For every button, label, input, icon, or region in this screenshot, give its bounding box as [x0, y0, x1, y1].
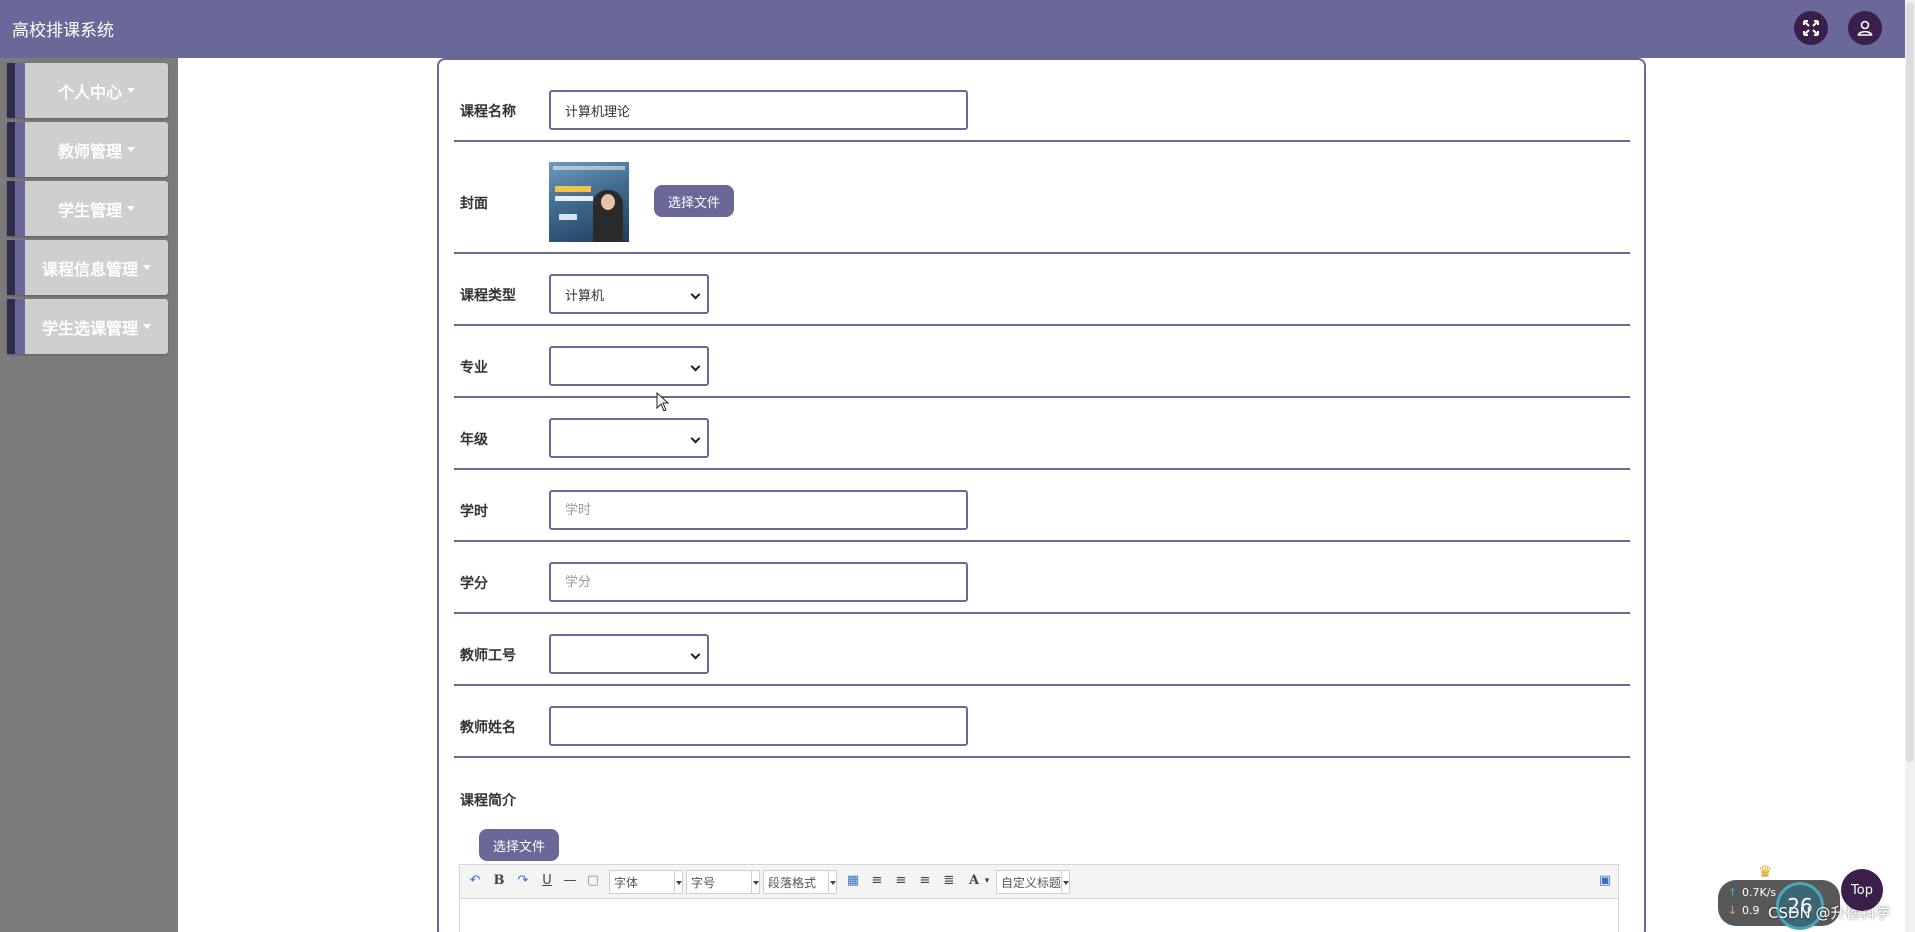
- caret-down-icon: [127, 206, 135, 211]
- sidebar: 个人中心 教师管理 学生管理 课程信息管理 学生选课管理: [0, 58, 178, 932]
- sidebar-item-course-info-management[interactable]: 课程信息管理: [7, 240, 168, 295]
- course-name-row: 课程名称: [454, 80, 1630, 142]
- course-type-label: 课程类型: [460, 288, 516, 304]
- crown-icon: ♛: [1758, 862, 1773, 881]
- back-to-top-button[interactable]: Top: [1841, 869, 1883, 911]
- grade-row: 年级: [454, 398, 1630, 470]
- bold-icon[interactable]: B: [490, 873, 508, 888]
- course-type-select[interactable]: 计算机: [549, 274, 709, 314]
- hours-input[interactable]: [549, 490, 968, 530]
- sidebar-item-label: 课程信息管理: [41, 259, 138, 279]
- paragraph-format-select[interactable]: 段落格式: [763, 870, 837, 894]
- fullscreen-button[interactable]: [1794, 11, 1828, 45]
- page-scrollbar[interactable]: [1905, 0, 1915, 932]
- caret-down-icon: [127, 88, 135, 93]
- undo-icon[interactable]: ↶: [466, 873, 484, 888]
- major-label: 专业: [460, 360, 488, 376]
- download-speed: 0.9: [1742, 904, 1760, 917]
- sidebar-item-student-management[interactable]: 学生管理: [7, 181, 168, 236]
- fullscreen-editor-icon[interactable]: ▣: [1596, 873, 1614, 888]
- font-family-select[interactable]: 字体: [609, 870, 683, 894]
- user-icon: [1857, 20, 1873, 36]
- sidebar-item-course-selection-management[interactable]: 学生选课管理: [7, 299, 168, 354]
- document-icon[interactable]: ▢: [584, 873, 602, 888]
- horizontal-rule-icon[interactable]: —: [561, 873, 579, 888]
- chevron-down-icon: [828, 871, 836, 893]
- caret-down-icon: [143, 324, 151, 329]
- teacher-name-input[interactable]: [549, 706, 968, 746]
- scrollbar-thumb[interactable]: [1906, 2, 1914, 762]
- align-justify-icon[interactable]: ≣: [940, 873, 958, 888]
- teacher-name-row: 教师姓名: [454, 686, 1630, 758]
- user-button[interactable]: [1848, 11, 1882, 45]
- major-select[interactable]: [549, 346, 709, 386]
- caret-down-icon: [143, 265, 151, 270]
- credits-input[interactable]: [549, 562, 968, 602]
- redo-icon[interactable]: ↷: [514, 873, 532, 888]
- teacher-id-label: 教师工号: [460, 648, 516, 664]
- credits-label: 学分: [460, 576, 488, 592]
- arrow-down-icon: ↓: [1728, 904, 1738, 917]
- chevron-down-icon: [751, 871, 759, 893]
- intro-choose-file-button[interactable]: 选择文件: [479, 829, 559, 861]
- hours-label: 学时: [460, 504, 488, 520]
- grade-label: 年级: [460, 432, 488, 448]
- align-right-icon[interactable]: ≡: [892, 873, 910, 888]
- course-name-input[interactable]: [549, 90, 968, 130]
- chevron-down-icon: [690, 289, 701, 300]
- sidebar-item-teacher-management[interactable]: 教师管理: [7, 122, 168, 177]
- major-row: 专业: [454, 326, 1630, 398]
- sidebar-item-label: 个人中心: [57, 82, 122, 102]
- upload-speed: 0.7K/s: [1742, 886, 1777, 899]
- underline-icon[interactable]: U: [538, 873, 556, 888]
- align-center-icon[interactable]: ≡: [916, 873, 934, 888]
- course-type-value: 计算机: [565, 288, 605, 304]
- cover-row: 封面 选择文件: [454, 142, 1630, 254]
- table-icon[interactable]: ▦: [844, 873, 862, 888]
- teacher-id-select[interactable]: [549, 634, 709, 674]
- course-type-row: 课程类型 计算机: [454, 254, 1630, 326]
- chevron-down-icon[interactable]: ▾: [978, 876, 996, 886]
- sidebar-item-label: 学生管理: [57, 200, 122, 220]
- top-bar: 高校排课系统: [0, 0, 1905, 58]
- cover-label: 封面: [460, 196, 488, 212]
- expand-icon: [1803, 20, 1819, 36]
- cover-image: [549, 162, 629, 242]
- mouse-cursor-icon: [656, 392, 670, 412]
- course-intro-label: 课程简介: [460, 793, 516, 809]
- sidebar-item-personal-center[interactable]: 个人中心: [7, 63, 168, 118]
- arrow-up-icon: ↑: [1728, 886, 1738, 899]
- custom-title-select[interactable]: 自定义标题: [996, 870, 1070, 894]
- font-size-select[interactable]: 字号: [686, 870, 760, 894]
- app-title: 高校排课系统: [12, 21, 114, 41]
- sidebar-item-label: 学生选课管理: [41, 318, 138, 338]
- chevron-down-icon: [690, 433, 701, 444]
- cover-choose-file-button[interactable]: 选择文件: [654, 185, 734, 217]
- credits-row: 学分: [454, 542, 1630, 614]
- chevron-down-icon: [690, 649, 701, 660]
- teacher-id-row: 教师工号: [454, 614, 1630, 686]
- course-name-label: 课程名称: [460, 104, 516, 120]
- sidebar-item-label: 教师管理: [57, 141, 122, 161]
- teacher-name-label: 教师姓名: [460, 720, 516, 736]
- align-left-icon[interactable]: ≡: [868, 873, 886, 888]
- hours-row: 学时: [454, 470, 1630, 542]
- chevron-down-icon: [674, 871, 682, 893]
- chevron-down-icon: [690, 361, 701, 372]
- rich-text-editor: ↶ B ↷ U — ▢ 字体 字号 段落格式 ▦ ≡ ≡ ≡ ≣ A ▾ 自定义…: [459, 864, 1619, 932]
- editor-toolbar: ↶ B ↷ U — ▢ 字体 字号 段落格式 ▦ ≡ ≡ ≡ ≣ A ▾ 自定义…: [460, 865, 1618, 899]
- grade-select[interactable]: [549, 418, 709, 458]
- caret-down-icon: [127, 147, 135, 152]
- chevron-down-icon: [1061, 871, 1069, 893]
